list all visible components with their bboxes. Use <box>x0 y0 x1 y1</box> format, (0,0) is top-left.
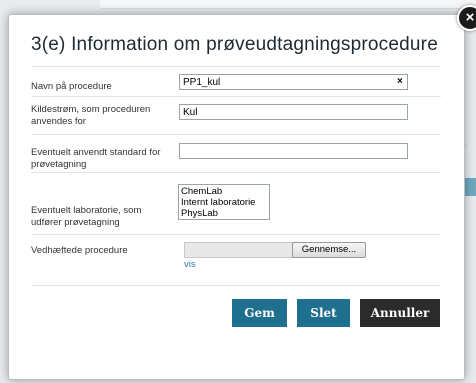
source-stream-row: Kildestrøm, som proceduren anvendes for <box>31 96 441 135</box>
save-button[interactable]: Gem <box>232 299 287 327</box>
procedure-name-label: Navn på procedure <box>31 81 112 92</box>
close-icon[interactable]: × <box>457 5 476 31</box>
view-attachment-link[interactable]: vis <box>184 259 196 270</box>
source-stream-input[interactable] <box>179 104 408 120</box>
file-path-field[interactable] <box>184 242 293 258</box>
laboratory-option[interactable]: Internt laboratorie <box>181 197 267 208</box>
footer-divider <box>31 285 441 286</box>
delete-button[interactable]: Slet <box>297 299 350 327</box>
source-stream-label: Kildestrøm, som proceduren anvendes for <box>31 104 151 127</box>
procedure-dialog: × 3(e) Information om prøveudtagningspro… <box>8 5 476 380</box>
laboratory-label: Eventuelt laboratorie, som udfører prøve… <box>31 205 142 228</box>
standard-row: Eventuelt anvendt standard for prøvetagn… <box>31 134 441 173</box>
laboratory-option[interactable]: PhysLab <box>181 208 267 219</box>
laboratory-listbox[interactable]: ChemLab Internt laboratorie PhysLab <box>178 184 270 220</box>
attachment-label: Vedhæftede procedure <box>31 245 128 256</box>
standard-label: Eventuelt anvendt standard for prøvetagn… <box>31 147 161 170</box>
laboratory-option[interactable]: ChemLab <box>181 186 267 197</box>
laboratory-row: Eventuelt laboratorie, som udfører prøve… <box>31 172 441 235</box>
standard-input[interactable] <box>179 143 408 159</box>
attachment-row: Vedhæftede procedure Gennemse... vis <box>31 234 441 285</box>
background-table-strip <box>100 0 476 9</box>
dialog-title: 3(e) Information om prøveudtagningsproce… <box>31 34 438 55</box>
procedure-name-input[interactable] <box>179 74 408 90</box>
browse-button[interactable]: Gennemse... <box>292 242 366 258</box>
cancel-button[interactable]: Annuller <box>360 299 440 327</box>
clear-input-icon[interactable]: × <box>397 76 403 87</box>
